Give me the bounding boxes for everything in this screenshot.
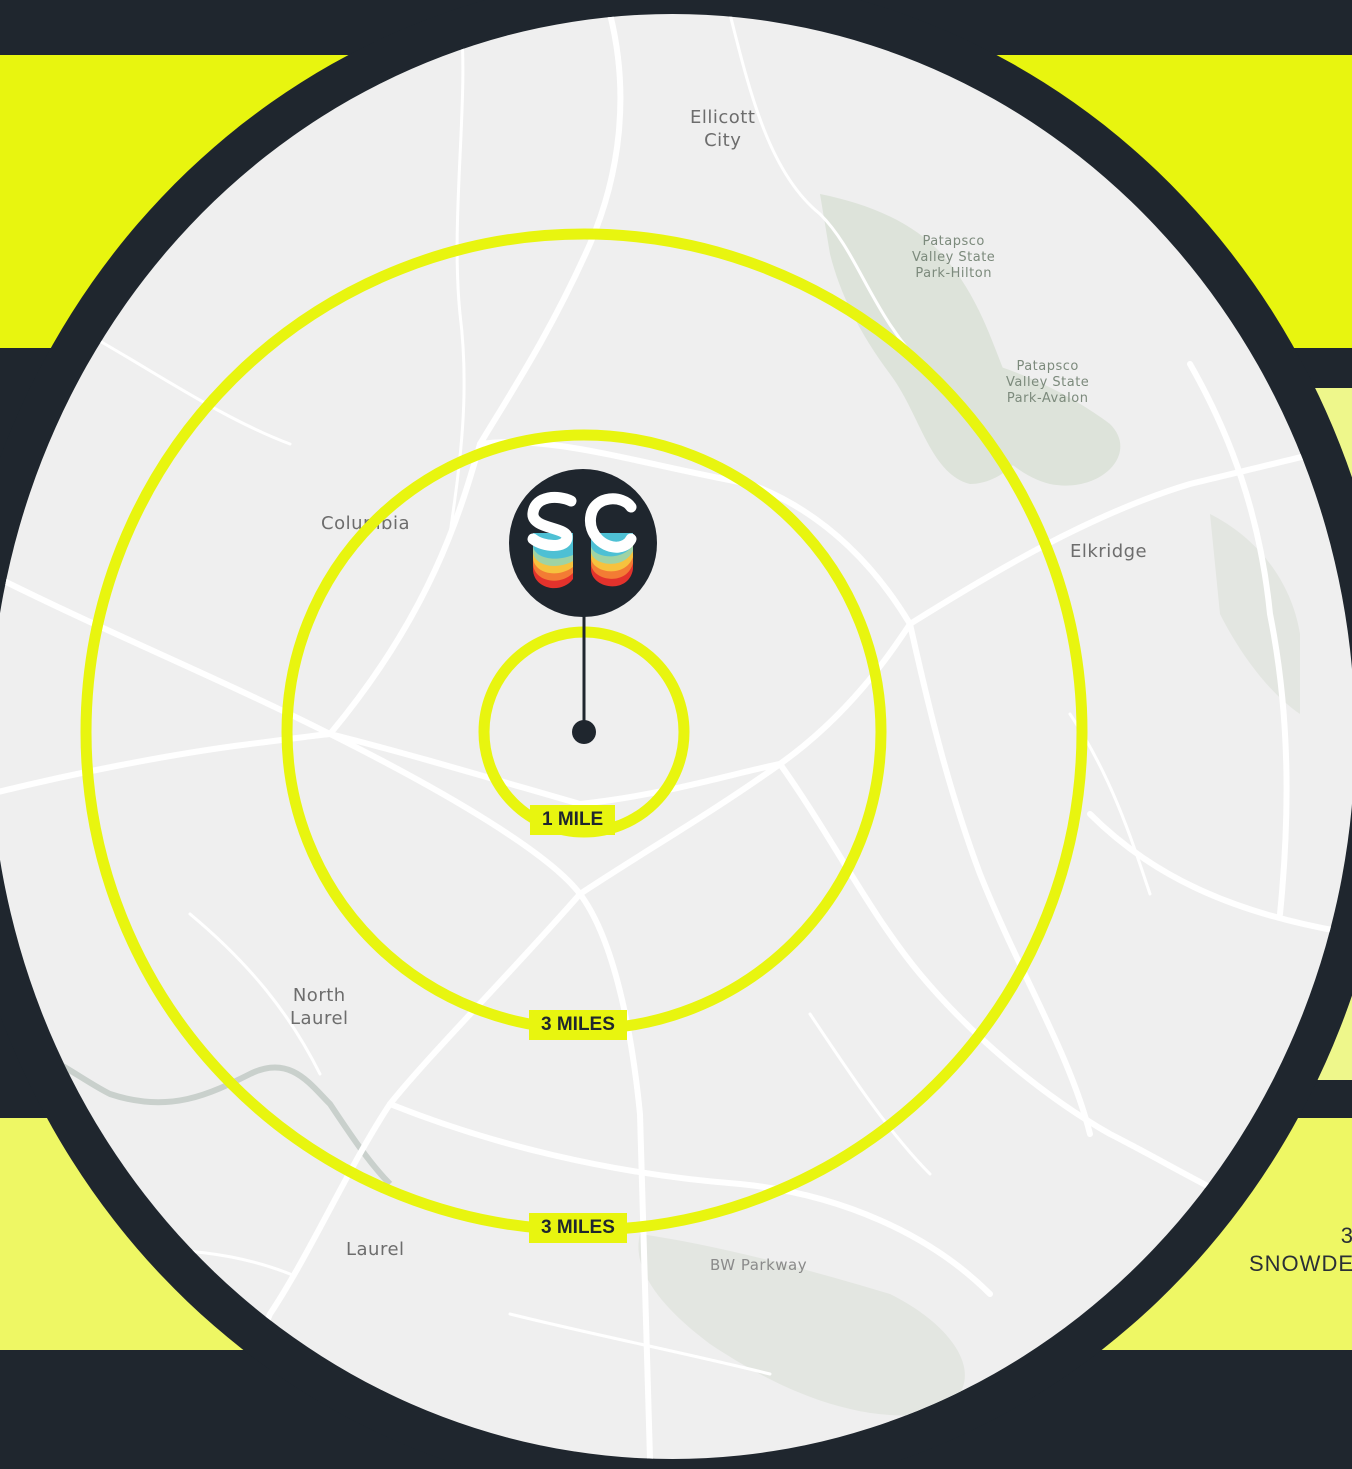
ring-label-middle: 3 MILES [529, 1010, 627, 1040]
address-line-2: SNOWDE [1249, 1251, 1352, 1276]
address-line-1: 3 [1340, 1223, 1352, 1248]
marker-pin-dot [572, 720, 596, 744]
radius-map[interactable]: Ellicott City Patapsco Valley State Park… [0, 14, 1352, 1459]
radius-rings [80, 228, 1088, 1236]
address-block: 3 SNOWDE [1249, 1222, 1352, 1278]
sc-logo-graphic [527, 491, 637, 589]
ring-label-inner: 1 MILE [530, 805, 616, 835]
sc-logo-marker-icon[interactable] [509, 469, 657, 617]
ring-label-outer: 3 MILES [529, 1213, 627, 1243]
